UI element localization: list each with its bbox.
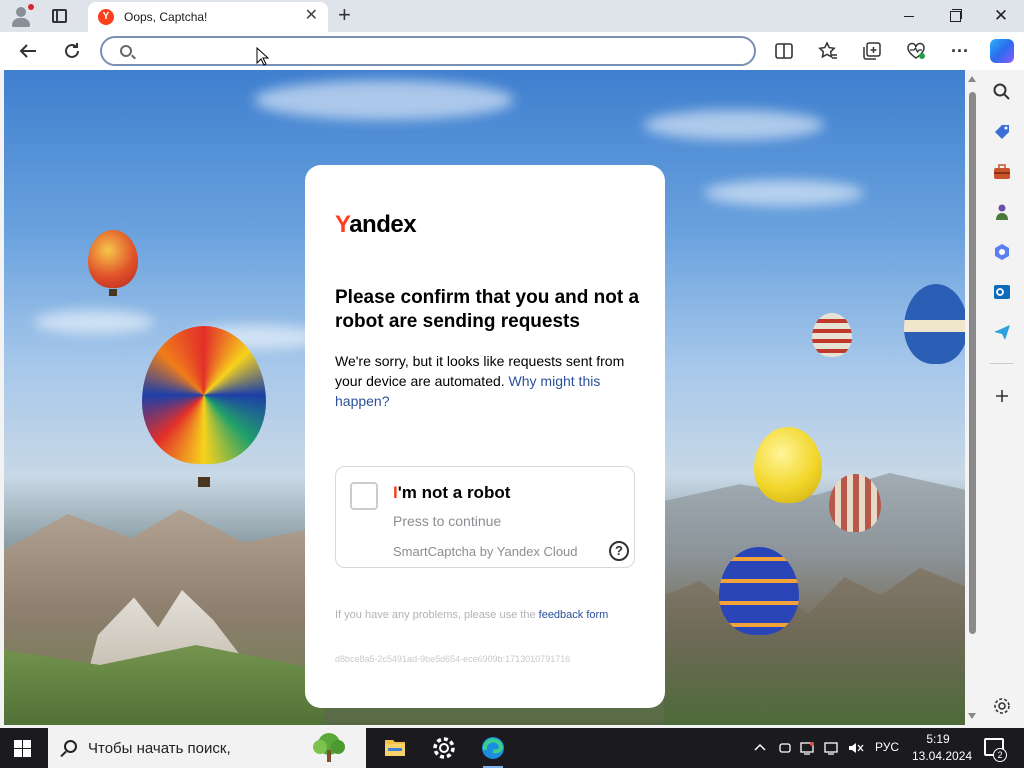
microsoft-365-icon[interactable] [992,242,1012,262]
tools-icon[interactable] [992,162,1012,182]
clock-time: 5:19 [926,732,950,746]
address-bar[interactable] [100,36,756,66]
mouse-cursor-icon [256,46,270,67]
network-icon[interactable] [823,740,839,759]
press-to-continue-text: Press to continue [393,513,502,529]
shopping-icon[interactable] [992,122,1012,142]
language-indicator[interactable]: РУС [875,740,899,754]
search-icon [64,740,77,753]
settings-icon[interactable] [420,728,468,768]
meet-now-icon[interactable] [777,740,793,759]
edge-icon[interactable] [469,728,517,768]
captcha-card: Yandex Please confirm that you and not a… [305,165,665,708]
scroll-thumb[interactable] [969,92,976,634]
back-icon[interactable] [17,40,39,62]
balloon-image [88,230,138,288]
scroll-up-icon[interactable] [968,76,976,82]
split-screen-icon[interactable] [773,40,795,62]
smartcaptcha-widget: I'm not a robot Press to continue SmartC… [335,466,635,568]
games-icon[interactable] [992,202,1012,222]
outlook-icon[interactable] [992,282,1012,302]
workspaces-icon[interactable] [52,9,67,23]
display-icon[interactable] [799,740,815,759]
request-id: d8bce8a5-2c5491ad-9be5d654-ece6909b:1713… [335,654,571,664]
not-robot-label[interactable]: I'm not a robot [393,483,510,503]
tab-active[interactable]: Y Oops, Captcha! ✕ [88,2,328,32]
edge-sidebar [980,70,1024,728]
smartcaptcha-brand: SmartCaptcha by Yandex Cloud [393,544,578,559]
restore-button[interactable] [932,0,978,32]
refresh-icon[interactable] [61,40,83,62]
close-window-button[interactable]: ✕ [978,0,1024,32]
balloon-image [754,427,822,503]
windows-taskbar: Чтобы начать поиск, РУС 5:19 13.04.2024 … [0,728,1024,768]
feedback-link[interactable]: feedback form [539,609,609,621]
taskbar-search[interactable]: Чтобы начать поиск, [48,728,366,768]
captcha-headline: Please confirm that you and not a robot … [335,287,640,332]
yandex-favicon-icon: Y [98,9,114,25]
balloon-image [142,326,266,464]
browser-essentials-icon[interactable] [905,40,927,62]
tab-title: Oops, Captcha! [124,10,208,24]
file-explorer-icon[interactable] [371,728,419,768]
add-icon[interactable] [992,386,1012,406]
address-input[interactable] [142,42,742,62]
balloon-image [829,474,881,532]
search-highlight-tree-icon [306,732,352,764]
balloon-image [904,284,965,364]
balloon-image [719,547,799,635]
collections-icon[interactable] [861,40,883,62]
scroll-down-icon[interactable] [968,713,976,719]
copilot-icon[interactable] [990,39,1014,63]
minimize-button[interactable] [886,0,932,32]
tab-bar: Y Oops, Captcha! ✕ + ✕ [0,0,1024,32]
more-icon[interactable]: ··· [949,40,971,62]
profile-icon[interactable] [10,4,34,27]
drop-icon[interactable] [992,322,1012,342]
favorites-icon[interactable] [817,40,839,62]
volume-muted-icon[interactable] [847,740,865,759]
settings-icon[interactable] [992,696,1012,716]
taskbar-search-placeholder: Чтобы начать поиск, [88,740,231,757]
search-icon[interactable] [992,82,1012,102]
clock-date: 13.04.2024 [912,749,973,763]
windows-start-icon[interactable] [14,740,31,757]
page-scrollbar[interactable] [965,70,980,725]
problem-notice: If you have any problems, please use the… [335,609,609,621]
browser-toolbar: ··· [0,32,1024,70]
search-icon [120,45,132,57]
new-tab-icon[interactable]: + [338,3,351,27]
tab-close-icon[interactable]: ✕ [305,8,318,24]
captcha-description: We're sorry, but it looks like requests … [335,353,625,409]
sidebar-separator [990,363,1014,364]
page-viewport: Yandex Please confirm that you and not a… [4,70,965,725]
notification-count: 2 [993,748,1007,762]
system-clock[interactable]: 5:19 13.04.2024 [912,731,973,765]
help-icon[interactable]: ? [609,541,629,561]
chevron-up-icon[interactable] [753,740,767,757]
yandex-logo: Yandex [335,211,417,238]
balloon-image [812,313,852,357]
not-robot-checkbox[interactable] [350,482,378,510]
